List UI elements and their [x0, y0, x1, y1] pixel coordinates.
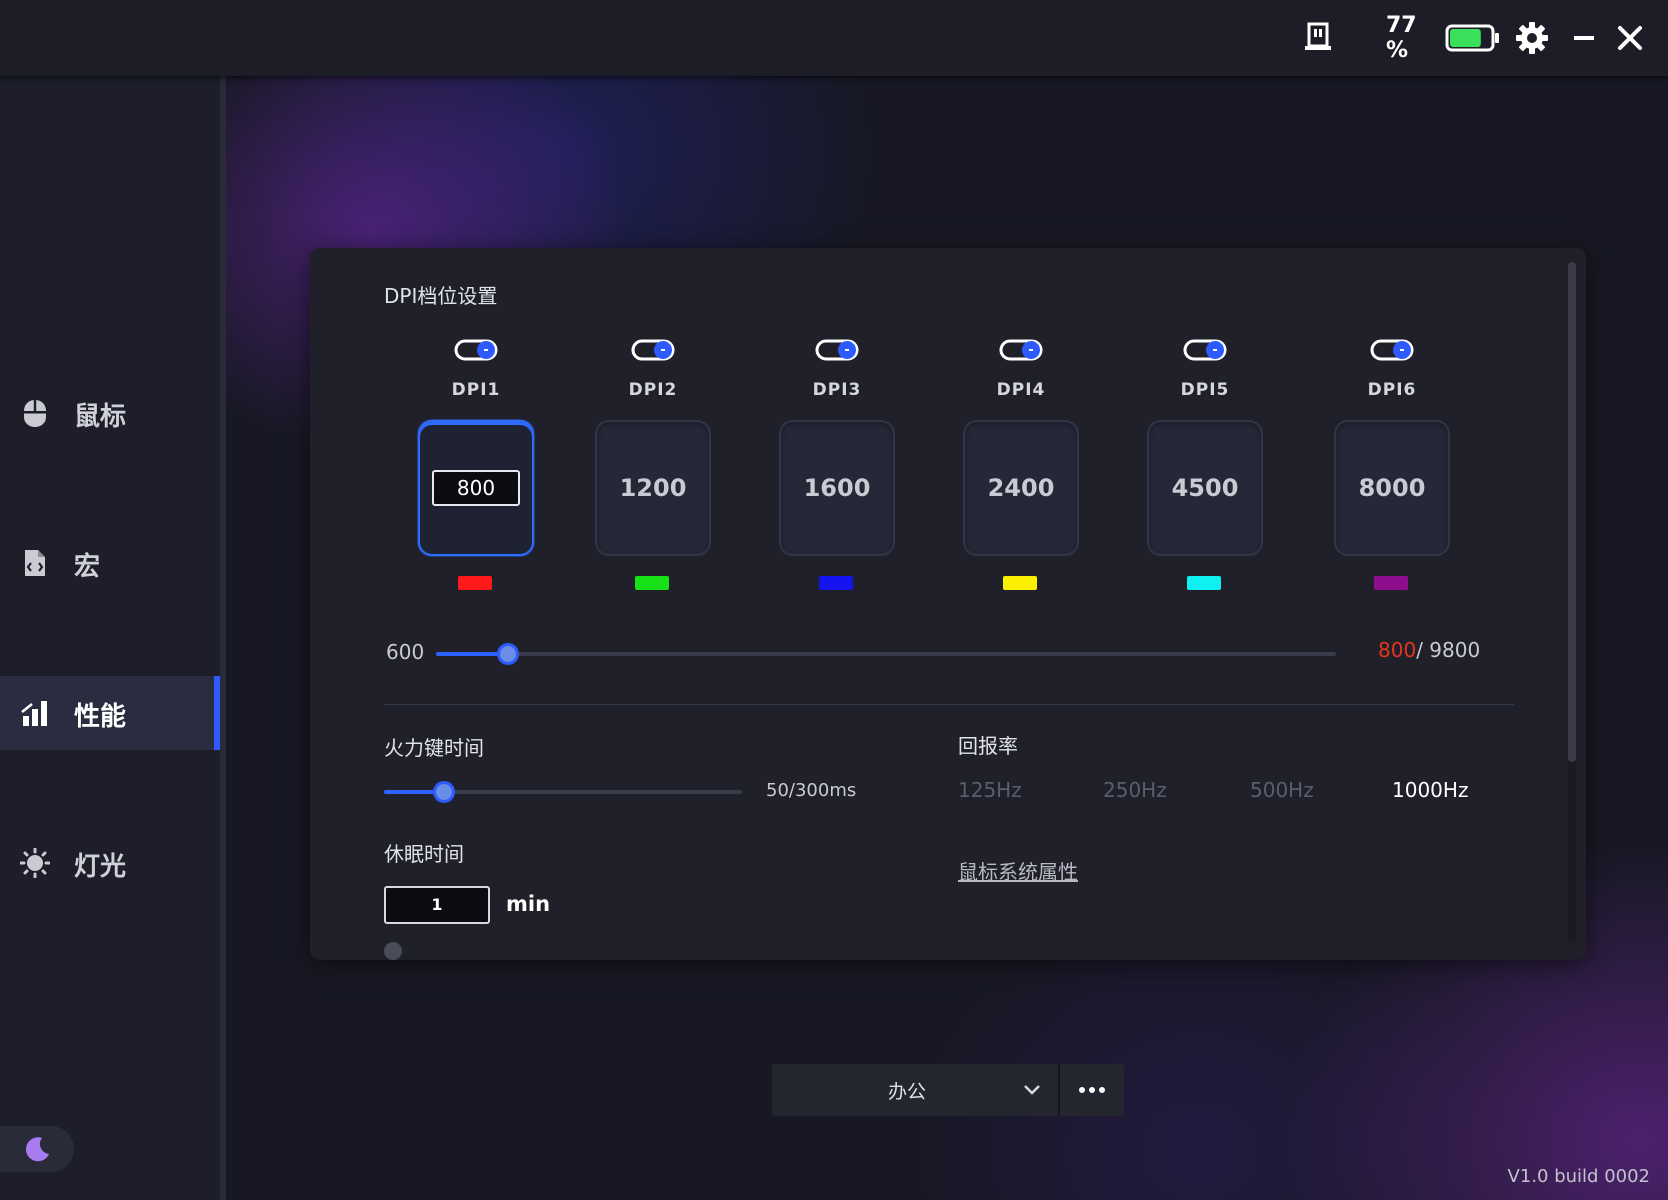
sidebar-item-label: 灯光: [74, 852, 127, 882]
dpi-label: DPI1: [451, 380, 501, 400]
fire-key-slider-knob[interactable]: [432, 781, 455, 803]
sleep-time-input[interactable]: 1: [384, 886, 490, 924]
dpi-card-1[interactable]: 800: [418, 420, 534, 556]
dpi-level-6: DPI6 8000: [1332, 338, 1452, 590]
sidebar-item-macro[interactable]: 宏: [0, 526, 220, 600]
dpi-level-3: DPI3 1600: [777, 338, 897, 590]
profile-dropdown[interactable]: 办公: [772, 1064, 1060, 1116]
profile-name: 办公: [887, 1081, 926, 1103]
sleep-time-unit: min: [506, 892, 551, 916]
dpi-color-swatch-5[interactable]: [1187, 576, 1221, 590]
dpi-value: 4500: [1171, 474, 1239, 502]
dpi-card-5[interactable]: 4500: [1147, 420, 1263, 556]
dpi-color-swatch-6[interactable]: [1374, 576, 1408, 590]
dpi-slider-knob[interactable]: [497, 643, 519, 665]
dpi-section-title: DPI档位设置: [384, 284, 498, 308]
sidebar-item-lighting[interactable]: 灯光: [0, 826, 220, 900]
dpi-color-swatch-3[interactable]: [819, 576, 853, 590]
dpi-label: DPI4: [996, 380, 1046, 400]
dpi-value: 1600: [803, 474, 871, 502]
dpi-toggle-4[interactable]: [999, 338, 1043, 362]
report-rate-option-250[interactable]: 250Hz: [1103, 778, 1167, 802]
dpi-toggle-3[interactable]: [815, 338, 859, 362]
mouse-icon: [24, 400, 46, 427]
sidebar-item-mouse[interactable]: 鼠标: [0, 376, 220, 450]
dpi-level-2: DPI2 1200: [593, 338, 713, 590]
mouse-system-properties-link[interactable]: 鼠标系统属性: [958, 856, 1078, 885]
dpi-current-value: 800: [1378, 638, 1417, 662]
dpi-value-input[interactable]: 800: [432, 470, 520, 506]
close-icon[interactable]: [1610, 18, 1650, 58]
partial-radio-indicator: [384, 942, 402, 960]
profile-bar: 办公: [772, 1064, 1124, 1116]
report-rate-option-500[interactable]: 500Hz: [1250, 778, 1314, 802]
more-dots-icon: [1079, 1087, 1105, 1093]
chevron-down-icon: [1024, 1085, 1040, 1095]
dpi-level-4: DPI4 2400: [961, 338, 1081, 590]
dpi-slider-track[interactable]: [436, 652, 1336, 656]
bar-chart-icon: [21, 701, 47, 726]
title-bar: 77 %: [0, 0, 1668, 76]
dpi-value: 1200: [619, 474, 687, 502]
gear-icon[interactable]: [1512, 18, 1552, 58]
dpi-level-1: DPI1 800: [416, 338, 536, 590]
performance-panel: DPI档位设置 DPI1 800 DPI2 1200 DPI3 1600 DPI…: [310, 248, 1586, 960]
sidebar-item-label: 宏: [74, 552, 101, 582]
dpi-label: DPI2: [628, 380, 678, 400]
macro-file-icon: [25, 550, 45, 576]
dpi-max-value: / 9800: [1416, 638, 1481, 662]
sidebar-item-label: 鼠标: [74, 402, 127, 432]
dpi-toggle-2[interactable]: [631, 338, 675, 362]
section-divider: [384, 704, 1514, 705]
sidebar-item-performance[interactable]: 性能: [0, 676, 220, 750]
dpi-color-swatch-4[interactable]: [1003, 576, 1037, 590]
minimize-icon[interactable]: [1564, 18, 1604, 58]
dongle-icon: [1298, 18, 1338, 58]
sidebar-item-label: 性能: [74, 702, 127, 732]
battery-percentage: 77 %: [1386, 13, 1442, 63]
dpi-value: 2400: [987, 474, 1055, 502]
dpi-toggle-6[interactable]: [1370, 338, 1414, 362]
light-sun-icon: [20, 848, 50, 878]
dpi-color-swatch-2[interactable]: [635, 576, 669, 590]
profile-more-button[interactable]: [1060, 1064, 1124, 1116]
battery-icon: [1444, 18, 1502, 58]
dpi-card-6[interactable]: 8000: [1334, 420, 1450, 556]
moon-icon: [25, 1137, 49, 1162]
theme-toggle-button[interactable]: [0, 1126, 74, 1172]
sidebar: 鼠标 宏 性能 灯光: [0, 76, 226, 1200]
dpi-color-swatch-1[interactable]: [458, 576, 492, 590]
battery-text: 77 %: [1386, 13, 1417, 63]
report-rate-option-1000[interactable]: 1000Hz: [1392, 778, 1468, 802]
dpi-card-2[interactable]: 1200: [595, 420, 711, 556]
report-rate-title: 回报率: [958, 734, 1018, 758]
dpi-toggle-5[interactable]: [1183, 338, 1227, 362]
dpi-slider-min-label: 600: [386, 640, 425, 664]
dpi-value: 8000: [1358, 474, 1426, 502]
dpi-current-readout: 800/ 9800: [1378, 638, 1480, 662]
dpi-level-5: DPI5 4500: [1145, 338, 1265, 590]
fire-key-title: 火力键时间: [384, 736, 484, 760]
dpi-label: DPI3: [812, 380, 862, 400]
app-window: 77 % 鼠标 宏 性能 灯光 DPI档位设置 DPI1 800 DPI2 12…: [0, 0, 1668, 1200]
fire-key-value: 50/300ms: [766, 780, 857, 801]
report-rate-option-125[interactable]: 125Hz: [958, 778, 1022, 802]
dpi-label: DPI6: [1367, 380, 1417, 400]
dpi-toggle-1[interactable]: [454, 338, 498, 362]
version-label: V1.0 build 0002: [1507, 1166, 1650, 1187]
panel-scrollbar-thumb[interactable]: [1568, 262, 1576, 762]
dpi-label: DPI5: [1180, 380, 1230, 400]
sleep-time-title: 休眠时间: [384, 842, 464, 866]
dpi-card-3[interactable]: 1600: [779, 420, 895, 556]
dpi-card-4[interactable]: 2400: [963, 420, 1079, 556]
